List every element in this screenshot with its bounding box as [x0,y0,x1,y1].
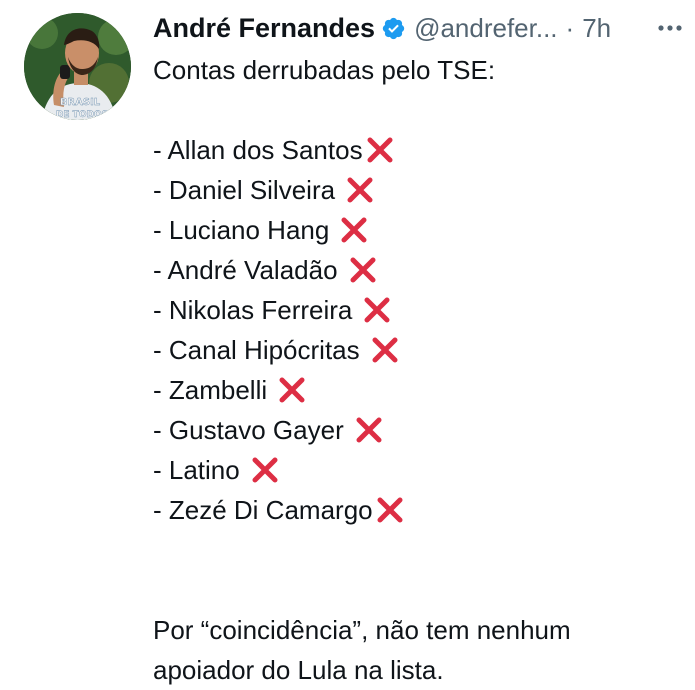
list-item: - Nikolas Ferreira [153,290,683,330]
avatar-shirt-text-1: BRASIL [60,97,101,108]
cross-mark-icon [356,417,382,443]
author-handle[interactable]: @andrefer... [414,13,557,44]
cross-mark-icon [364,297,390,323]
tweet-outro-line-1: Por “coincidência”, não tem nenhum [153,615,571,645]
account-name: - Gustavo Gayer [153,415,344,445]
tweet[interactable]: BRASIL DE TODOS André Fernandes @andrefe… [0,0,695,685]
list-item: - Latino [153,450,683,490]
tweet-text: Contas derrubadas pelo TSE: - Allan dos … [153,50,683,690]
cross-mark-icon [347,177,373,203]
tweet-outro-line-2: apoiador do Lula na lista. [153,655,444,685]
cross-mark-icon [372,337,398,363]
list-item: - Canal Hipócritas [153,330,683,370]
tweet-timestamp[interactable]: 7h [582,13,611,44]
account-name: - Allan dos Santos [153,135,363,165]
tweet-intro: Contas derrubadas pelo TSE: [153,55,496,85]
list-item: - Gustavo Gayer [153,410,683,450]
list-item: - Zezé Di Camargo [153,490,683,530]
list-item: - Daniel Silveira [153,170,683,210]
account-name: - Zambelli [153,375,268,405]
account-name: - André Valadão [153,255,338,285]
cross-mark-icon [367,137,393,163]
list-item: - André Valadão [153,250,683,290]
cross-mark-icon [341,217,367,243]
avatar-shirt-text-2: DE TODOS [56,110,108,120]
cross-mark-icon [252,457,278,483]
separator-dot: · [565,12,575,43]
account-name: - Canal Hipócritas [153,335,360,365]
list-item: - Luciano Hang [153,210,683,250]
account-name: - Zezé Di Camargo [153,495,373,525]
cross-mark-icon [279,377,305,403]
author-display-name[interactable]: André Fernandes [153,13,375,44]
account-name: - Luciano Hang [153,215,330,245]
avatar[interactable]: BRASIL DE TODOS [24,13,131,120]
cross-mark-icon [377,497,403,523]
cross-mark-icon [350,257,376,283]
list-item: - Zambelli [153,370,683,410]
list-item: - Allan dos Santos [153,130,683,170]
account-name: - Latino [153,455,240,485]
more-options-icon[interactable] [655,18,685,38]
avatar-photo: BRASIL DE TODOS [24,13,131,120]
account-name: - Daniel Silveira [153,175,336,205]
account-name: - Nikolas Ferreira [153,295,353,325]
verified-badge-icon [381,16,406,41]
tweet-header: André Fernandes @andrefer... · 7h [153,8,683,48]
